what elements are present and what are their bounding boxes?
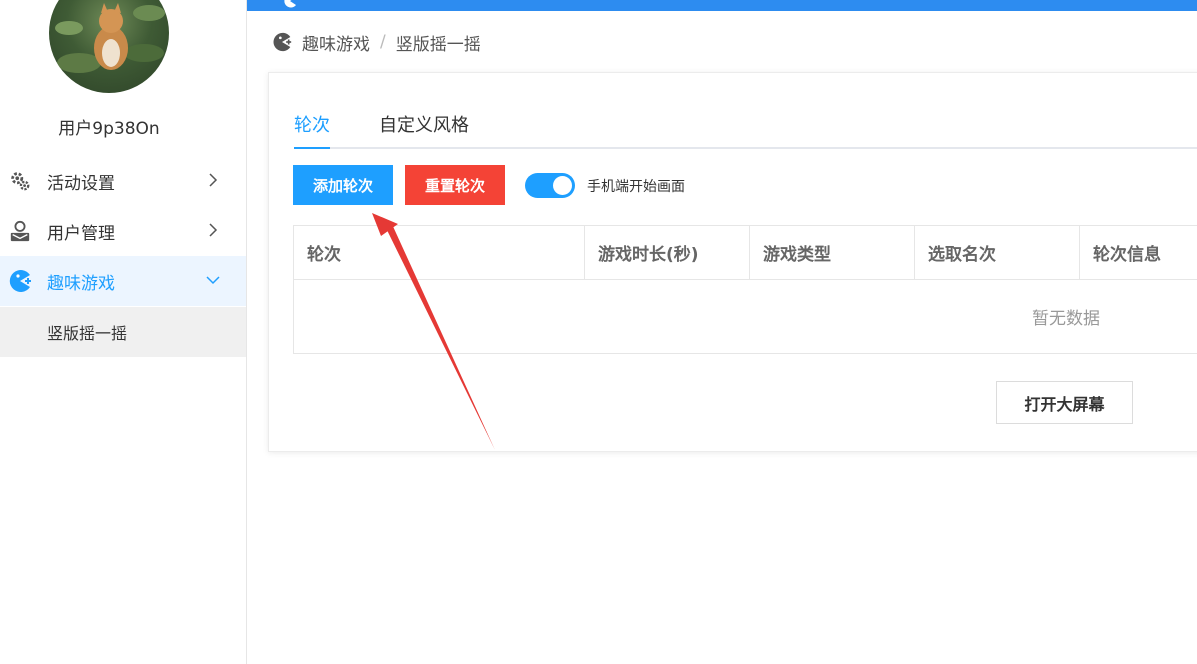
toggle-label: 手机端开始画面 [587,179,685,195]
sidebar-item-label: 活动设置 [47,173,115,194]
pacman-icon [8,269,32,293]
tab-active-indicator [294,147,330,149]
column-header: 轮次信息 [1080,226,1197,279]
tab-bar: 轮次 自定义风格 [294,107,1197,149]
sidebar-item-label: 趣味游戏 [47,273,115,294]
tab-rounds[interactable]: 轮次 [294,111,330,137]
mobile-start-screen-toggle[interactable] [525,173,575,198]
column-header: 游戏类型 [750,226,915,279]
sidebar-subitem-label: 竖版摇一摇 [47,324,128,343]
empty-state-text: 暂无数据 [1032,309,1100,329]
sidebar-item-activity-settings[interactable]: 活动设置 [0,156,246,206]
breadcrumb-separator: / [380,32,386,52]
add-round-button[interactable]: 添加轮次 [293,165,393,205]
content-card: 轮次 自定义风格 添加轮次 重置轮次 手机端开始画面 轮次 游戏时长(秒) 游戏… [268,72,1197,452]
breadcrumb-item[interactable]: 趣味游戏 [302,30,370,55]
gears-icon [8,169,32,193]
open-big-screen-button[interactable]: 打开大屏幕 [996,381,1133,424]
pacman-icon [273,32,292,52]
sidebar-item-label: 用户管理 [47,223,115,244]
sidebar-item-user-management[interactable]: 用户管理 [0,206,246,256]
sidebar-item-fun-games[interactable]: 趣味游戏 [0,256,246,306]
user-icon [8,219,32,243]
username: 用户9p38On [58,119,160,139]
toggle-knob [553,176,572,195]
column-header: 游戏时长(秒) [585,226,750,279]
chevron-right-icon [209,223,218,237]
sidebar: 用户9p38On 活动设置 用户管理 趣味游戏 竖版摇一摇 [0,0,247,664]
breadcrumb-item-current: 竖版摇一摇 [395,34,481,55]
table-header: 轮次 游戏时长(秒) 游戏类型 选取名次 轮次信息 [294,226,1197,280]
column-header: 轮次 [294,226,585,279]
tab-custom-style[interactable]: 自定义风格 [379,111,469,137]
top-bar [247,0,1197,11]
pacman-icon [284,0,296,8]
rounds-table: 轮次 游戏时长(秒) 游戏类型 选取名次 轮次信息 暂无数据 [293,225,1197,354]
breadcrumb: 趣味游戏 / 竖版摇一摇 [272,30,481,55]
reset-round-button[interactable]: 重置轮次 [405,165,505,205]
chevron-right-icon [209,173,218,187]
avatar[interactable] [49,0,169,93]
column-header: 选取名次 [915,226,1080,279]
sidebar-subitem-vertical-shake[interactable]: 竖版摇一摇 [0,307,246,357]
chevron-down-icon [206,276,220,285]
